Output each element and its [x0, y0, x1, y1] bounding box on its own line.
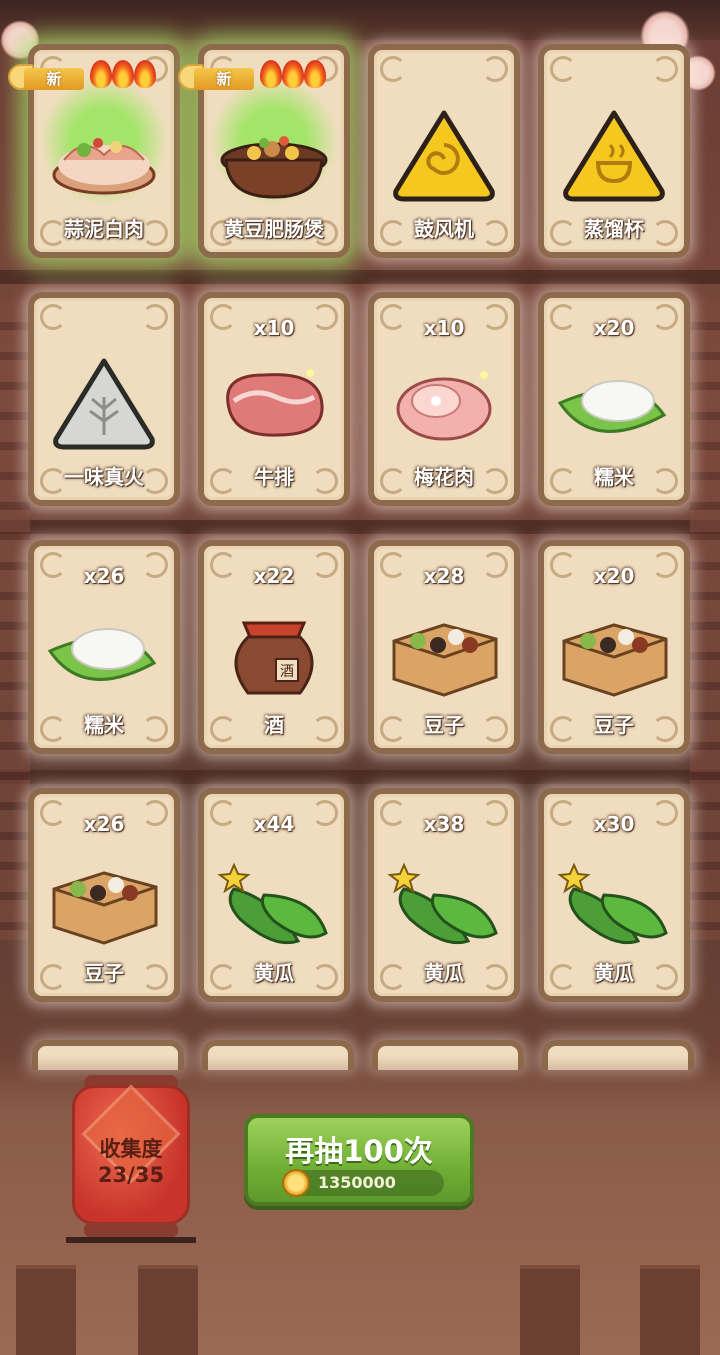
- card-name: 糯米: [594, 465, 634, 489]
- corner-ornament: [142, 304, 168, 330]
- card-count: x26: [83, 812, 125, 836]
- top-header-strip: [0, 0, 720, 40]
- reward-card[interactable]: 一味真火: [28, 292, 180, 506]
- corner-ornament: [482, 56, 508, 82]
- draw-cost-amount: 1350000: [318, 1173, 396, 1192]
- new-badge-label: 新: [194, 68, 254, 90]
- reward-card[interactable]: x20 糯米: [538, 292, 690, 506]
- card-name: 鼓风机: [414, 217, 474, 241]
- reward-card[interactable]: x10 牛排: [198, 292, 350, 506]
- rice-leaf-icon: [554, 353, 674, 453]
- draw-again-label: 再抽100次: [285, 1134, 433, 1168]
- card-name: 黄豆肥肠煲: [224, 217, 324, 241]
- reward-card[interactable]: x26 糯米: [28, 540, 180, 754]
- rice-leaf-icon: [44, 601, 164, 701]
- flame-icon: [260, 60, 282, 88]
- card-name: 蒸馏杯: [584, 217, 644, 241]
- card-count: x20: [593, 316, 635, 340]
- card-count: x28: [423, 564, 465, 588]
- card-count: x10: [253, 316, 295, 340]
- reward-card[interactable]: x44 黄瓜: [198, 788, 350, 1002]
- card-count: x20: [593, 564, 635, 588]
- card-name: 牛排: [254, 465, 294, 489]
- fence-post: [138, 1265, 198, 1355]
- card-name: 酒: [264, 713, 284, 737]
- new-badge: 新: [8, 60, 158, 94]
- flame-icon: [90, 60, 112, 88]
- grey-triangle-icon: [44, 353, 164, 453]
- yellow-triangle-swirl-icon: [384, 105, 504, 205]
- fence-post: [520, 1265, 580, 1355]
- card-count: x30: [593, 812, 635, 836]
- card-name: 糯米: [84, 713, 124, 737]
- pork-roll-icon: [384, 353, 504, 453]
- card-count: x38: [423, 812, 465, 836]
- card-name: 豆子: [424, 713, 464, 737]
- card-name: 梅花肉: [414, 465, 474, 489]
- flame-icon: [134, 60, 156, 88]
- flame-icon: [112, 60, 134, 88]
- reward-card-grid: 蒜泥白肉新黄豆肥肠煲新鼓风机 蒸馏杯 一味真火 x10 牛排 x10 梅花肉 x20 糯米 x26…: [8, 44, 698, 1002]
- cucumber-icon: [214, 849, 334, 949]
- new-badge: 新: [178, 60, 328, 94]
- reward-card[interactable]: x28 豆子: [368, 540, 520, 754]
- corner-ornament: [380, 56, 406, 82]
- coin-icon: [282, 1169, 310, 1197]
- corner-ornament: [40, 304, 66, 330]
- dish-garlic-pork-icon: [44, 105, 164, 205]
- reward-card[interactable]: 酒 x22 酒: [198, 540, 350, 754]
- reward-card[interactable]: x10 梅花肉: [368, 292, 520, 506]
- dish-pot-icon: [214, 105, 334, 205]
- reward-card[interactable]: x30 黄瓜: [538, 788, 690, 1002]
- jar-label: 酒: [280, 664, 294, 680]
- reward-card[interactable]: 黄豆肥肠煲 新: [178, 44, 350, 258]
- bean-box-icon: [44, 849, 164, 949]
- collection-label: 收集度: [99, 1137, 163, 1161]
- reward-card[interactable]: x38 黄瓜: [368, 788, 520, 1002]
- card-name: 黄瓜: [424, 961, 464, 985]
- draw-cost: 1350000: [282, 1169, 444, 1197]
- corner-ornament: [652, 56, 678, 82]
- card-count: x22: [253, 564, 295, 588]
- steak-icon: [214, 353, 334, 453]
- corner-ornament: [550, 56, 576, 82]
- reward-card[interactable]: 蒜泥白肉 新: [8, 44, 180, 258]
- fence-post: [640, 1265, 700, 1355]
- card-count: x26: [83, 564, 125, 588]
- lantern-base: [84, 1223, 178, 1237]
- card-name: 一味真火: [64, 465, 144, 489]
- collection-lantern[interactable]: 收集度 23/35: [66, 1075, 196, 1260]
- card-name: 黄瓜: [254, 961, 294, 985]
- cucumber-icon: [384, 849, 504, 949]
- yellow-triangle-cup-icon: [554, 105, 674, 205]
- bean-box-icon: [384, 601, 504, 701]
- cucumber-icon: [554, 849, 674, 949]
- card-count: x44: [253, 812, 295, 836]
- new-badge-label: 新: [24, 68, 84, 90]
- reward-card[interactable]: x20 豆子: [538, 540, 690, 754]
- card-name: 蒜泥白肉: [64, 217, 144, 241]
- bean-box-icon: [554, 601, 674, 701]
- reward-card[interactable]: 蒸馏杯: [538, 44, 690, 258]
- draw-again-button[interactable]: 再抽100次 1350000: [244, 1114, 474, 1206]
- card-name: 黄瓜: [594, 961, 634, 985]
- background-lattice-left: [0, 300, 30, 940]
- card-count: x10: [423, 316, 465, 340]
- flame-icon: [304, 60, 326, 88]
- flame-icon: [282, 60, 304, 88]
- lantern-stand: [66, 1237, 196, 1251]
- collection-value: 23/35: [97, 1163, 165, 1187]
- wine-jar-icon: 酒: [214, 601, 334, 701]
- reward-card[interactable]: x26 豆子: [28, 788, 180, 1002]
- reward-card[interactable]: 鼓风机: [368, 44, 520, 258]
- card-name: 豆子: [84, 961, 124, 985]
- card-name: 豆子: [594, 713, 634, 737]
- fence-post: [16, 1265, 76, 1355]
